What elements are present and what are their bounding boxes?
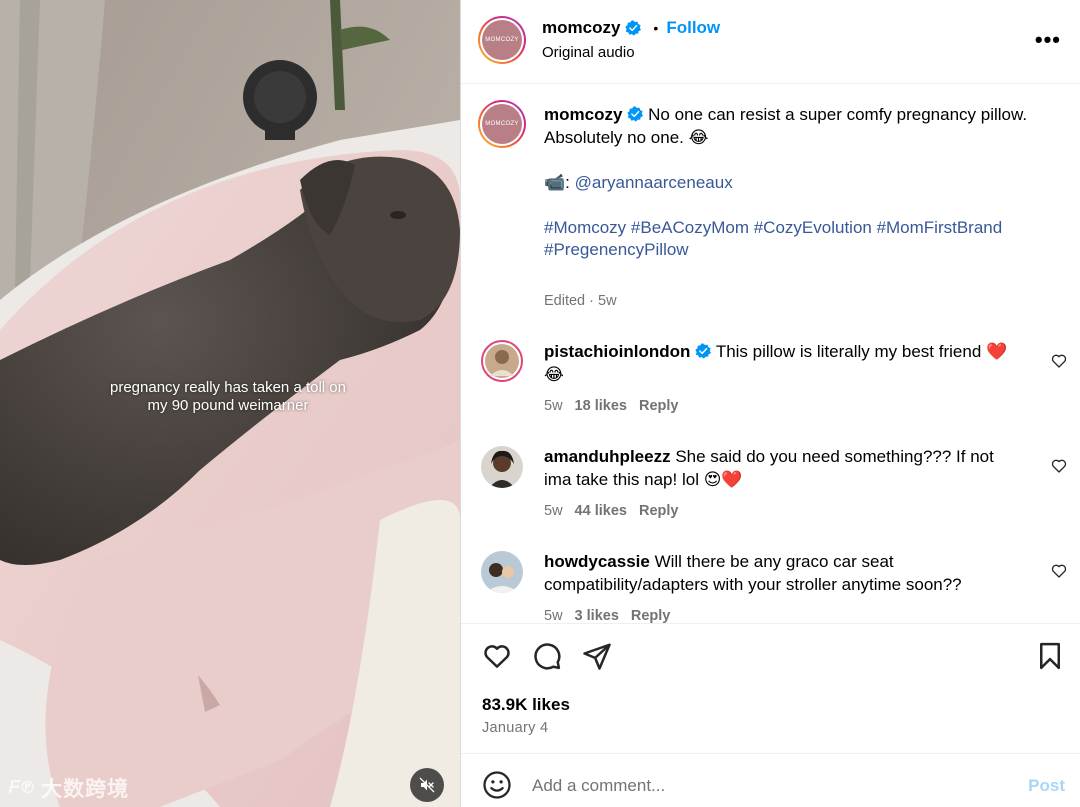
speaker-muted-icon [419, 777, 435, 793]
watermark: ᖴ℗ 大数跨境 [8, 773, 129, 803]
caption-line-2: Absolutely no one. 😂 [544, 127, 709, 147]
post-panel: MOMCOZY momcozy • Follow Original audio … [460, 0, 1080, 807]
author-username[interactable]: momcozy [542, 18, 620, 38]
author-avatar[interactable]: MOMCOZY [478, 16, 526, 64]
caption-line-1: No one can resist a super comfy pregnanc… [648, 105, 1028, 124]
caption-meta: Edited · 5w [544, 293, 617, 309]
comment-time: 5w [544, 503, 563, 519]
comment-username[interactable]: howdycassie [544, 552, 650, 571]
caption-avatar-logo-text: MOMCOZY [482, 104, 522, 144]
comment-reply-button[interactable]: Reply [639, 503, 679, 519]
like-comment-heart-icon[interactable] [1051, 563, 1067, 579]
like-comment-heart-icon[interactable] [1051, 353, 1067, 369]
comment-text: amanduhpleezz She said do you need somet… [544, 446, 1024, 491]
video-overlay-caption: pregnancy really has taken a toll on my … [110, 379, 346, 414]
comment-composer: Add a comment... Post [461, 753, 1080, 807]
original-audio-link[interactable]: Original audio [542, 44, 635, 61]
post-actions: 83.9K likes January 4 [461, 623, 1080, 753]
save-bookmark-icon[interactable] [1035, 641, 1065, 671]
caption-avatar[interactable]: MOMCOZY [478, 100, 526, 148]
likes-count[interactable]: 83.9K likes [482, 695, 570, 715]
comment-username[interactable]: pistachioinlondon [544, 342, 690, 361]
comment-avatar[interactable] [481, 551, 523, 593]
caption-credit-emoji: 📹: [544, 172, 570, 192]
comment-reply-button[interactable]: Reply [631, 608, 671, 623]
reel-video[interactable]: pregnancy really has taken a toll on my … [0, 0, 460, 807]
verified-badge-icon [625, 20, 642, 36]
comment-meta: 5w 18 likes Reply [544, 398, 678, 414]
comment-time: 5w [544, 608, 563, 623]
follow-button[interactable]: Follow [666, 18, 720, 38]
comment-meta: 5w 44 likes Reply [544, 503, 678, 519]
post-comment-button[interactable]: Post [1028, 776, 1065, 796]
mute-button[interactable] [410, 768, 444, 802]
comment-likes[interactable]: 3 likes [575, 608, 619, 623]
post-date: January 4 [482, 720, 549, 736]
comments-scroll-area[interactable]: MOMCOZY momcozy No one can resist a supe… [461, 85, 1080, 623]
like-comment-heart-icon[interactable] [1051, 458, 1067, 474]
comment-avatar[interactable] [481, 340, 523, 382]
post-header: MOMCOZY momcozy • Follow Original audio … [461, 0, 1080, 84]
credit-mention-link[interactable]: @aryannaarceneaux [575, 173, 733, 192]
comment-likes[interactable]: 18 likes [575, 398, 627, 414]
emoji-smiley-icon[interactable] [482, 770, 512, 800]
avatar-photo [481, 446, 523, 488]
comment-username[interactable]: amanduhpleezz [544, 447, 671, 466]
header-separator: • [653, 20, 659, 36]
comment-bubble-icon[interactable] [532, 641, 562, 671]
comment-meta: 5w 3 likes Reply [544, 608, 670, 623]
like-heart-icon[interactable] [482, 641, 512, 671]
watermark-text: 大数跨境 [41, 777, 130, 801]
avatar-logo-text: MOMCOZY [482, 20, 522, 60]
comment-avatar[interactable] [481, 446, 523, 488]
add-comment-input[interactable]: Add a comment... [532, 776, 665, 796]
caption-hashtags[interactable]: #Momcozy #BeACozyMom #CozyEvolution #Mom… [544, 218, 1002, 260]
comment-text: pistachioinlondon This pillow is literal… [544, 341, 1024, 386]
watermark-mark: ᖴ℗ [8, 778, 38, 798]
share-paper-plane-icon[interactable] [582, 641, 612, 671]
verified-badge-icon [695, 343, 712, 359]
comment-reply-button[interactable]: Reply [639, 398, 679, 414]
caption-text: momcozy No one can resist a super comfy … [544, 104, 1034, 262]
more-options-button[interactable]: ••• [1035, 29, 1061, 51]
comment-likes[interactable]: 44 likes [575, 503, 627, 519]
comment-time: 5w [544, 398, 563, 414]
verified-badge-icon [627, 106, 644, 122]
avatar-photo [481, 551, 523, 593]
comment-text: howdycassie Will there be any graco car … [544, 551, 1024, 596]
avatar-photo [485, 344, 519, 378]
caption-username[interactable]: momcozy [544, 105, 622, 124]
